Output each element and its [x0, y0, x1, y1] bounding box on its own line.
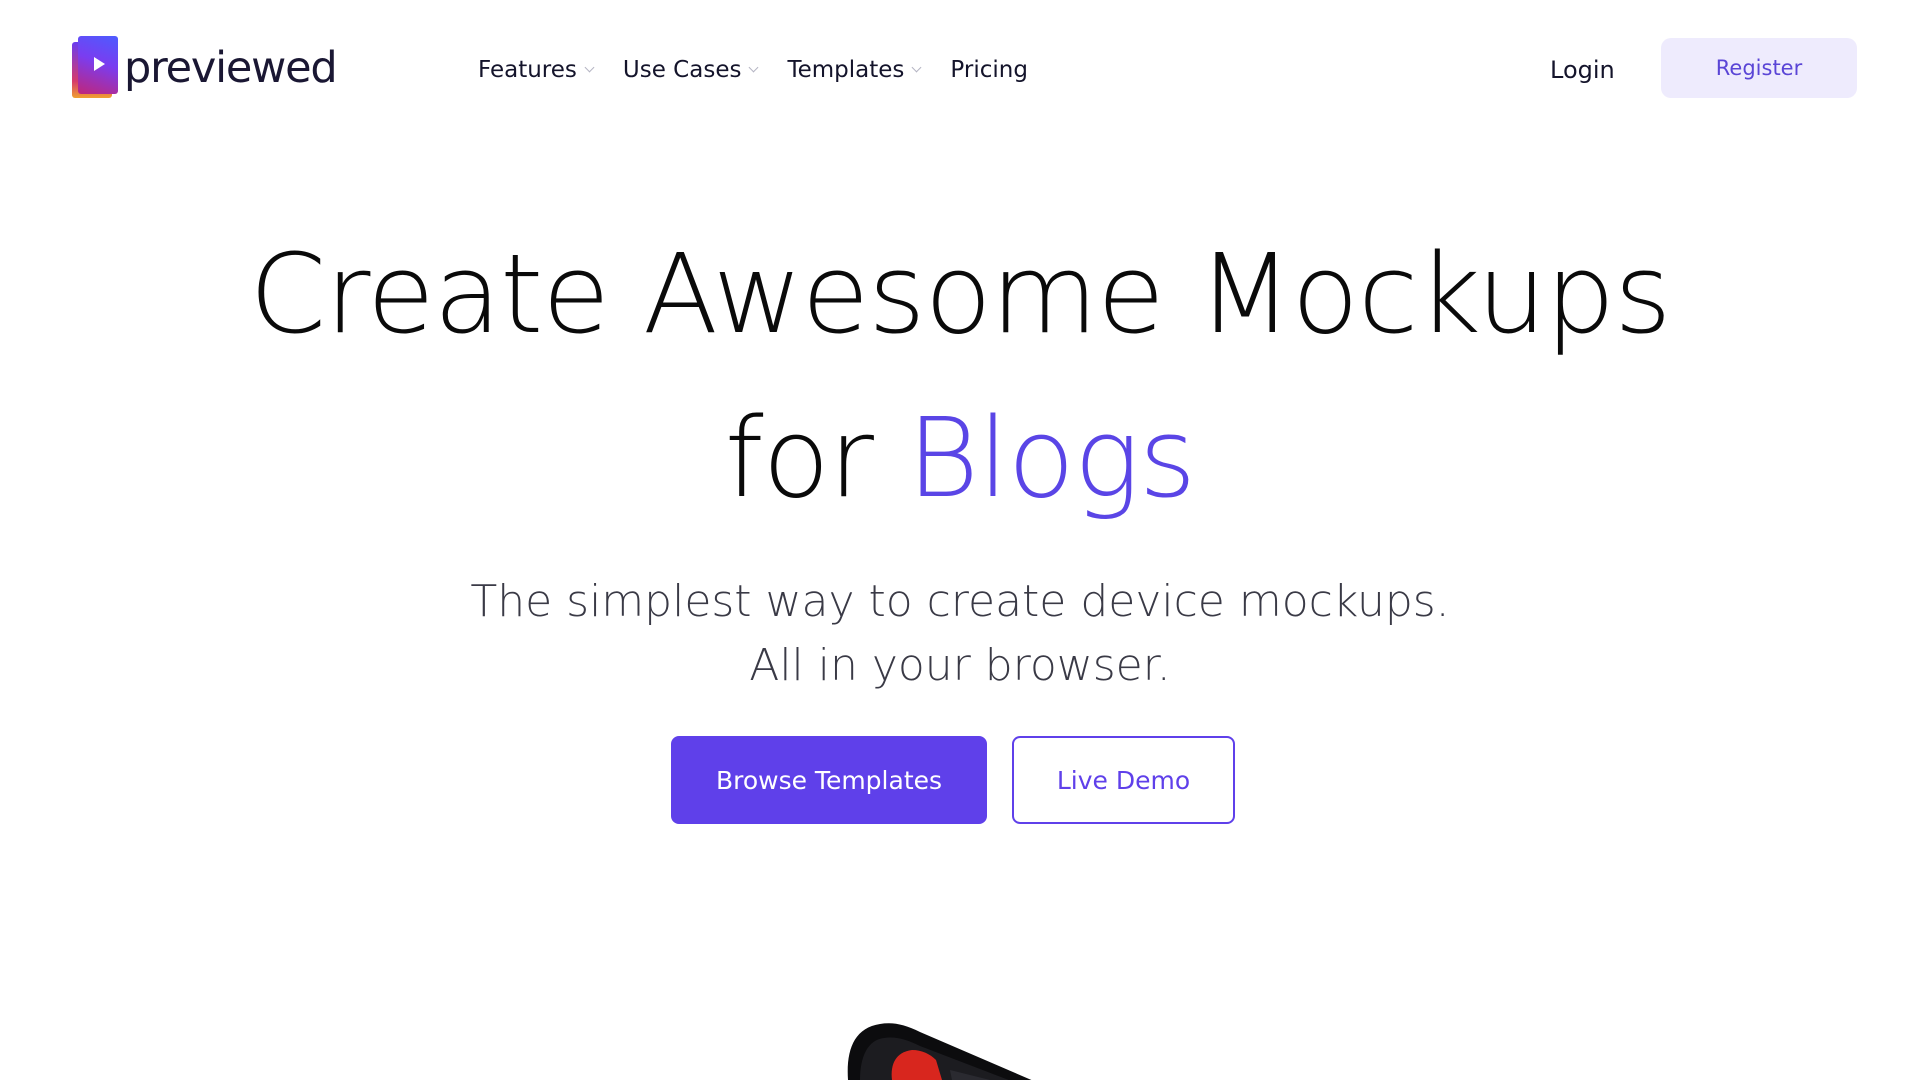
- nav-item-label: Features: [478, 57, 577, 83]
- logo-play-icon: [72, 36, 118, 100]
- hero-title-line-1: Create Awesome Mockups: [249, 230, 1671, 358]
- top-navbar: previewed Features Use Cases Templates P…: [0, 0, 1920, 140]
- chevron-down-icon: [749, 62, 759, 73]
- logo-wordmark: previewed: [124, 43, 338, 93]
- nav-item-label: Use Cases: [622, 57, 742, 83]
- hero-title: Create Awesome Mockups for Blogs: [0, 212, 1920, 540]
- logo-link[interactable]: previewed: [72, 36, 338, 100]
- nav-item-pricing[interactable]: Pricing: [950, 57, 1028, 83]
- register-button[interactable]: Register: [1661, 38, 1857, 98]
- chevron-down-icon: [584, 62, 595, 73]
- main-nav: Features Use Cases Templates Pricing: [478, 50, 1028, 90]
- nav-item-label: Templates: [787, 57, 905, 83]
- hero-subtitle: The simplest way to create device mockup…: [0, 570, 1920, 698]
- hero-title-prefix: for: [724, 394, 907, 522]
- live-demo-button[interactable]: Live Demo: [1012, 736, 1235, 824]
- hero-title-accent-word: Blogs: [907, 394, 1196, 522]
- phone-mockup-graphic: [847, 1023, 1032, 1080]
- device-mockup-image: [840, 1010, 1050, 1080]
- nav-item-use-cases[interactable]: Use Cases: [622, 57, 759, 83]
- hero-subtitle-line-1: The simplest way to create device mockup…: [470, 576, 1450, 627]
- hero-subtitle-line-2: All in your browser.: [749, 640, 1171, 691]
- browse-templates-button[interactable]: Browse Templates: [671, 736, 987, 824]
- chevron-down-icon: [911, 62, 922, 73]
- nav-item-features[interactable]: Features: [478, 57, 595, 83]
- nav-item-templates[interactable]: Templates: [787, 57, 922, 83]
- hero-title-line-2: for Blogs: [0, 376, 1920, 540]
- nav-item-label: Pricing: [950, 57, 1028, 83]
- login-link[interactable]: Login: [1550, 50, 1615, 90]
